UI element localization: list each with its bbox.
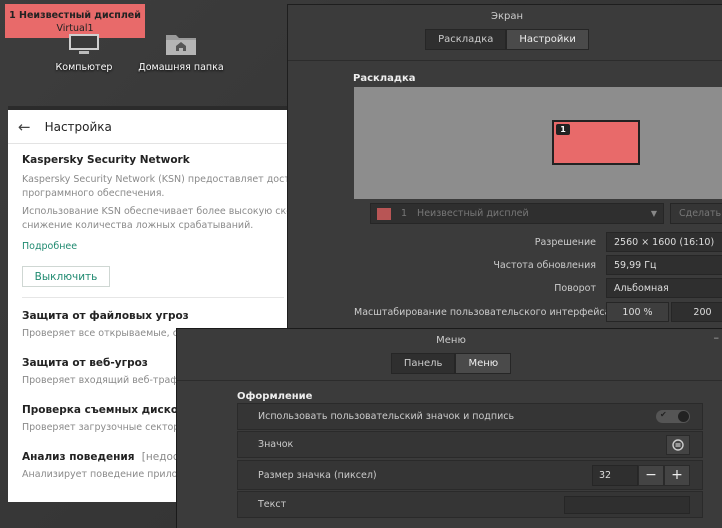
appearance-section-title: Оформление bbox=[237, 391, 313, 402]
make-primary-button[interactable]: Сделать з bbox=[670, 203, 722, 224]
ui-scale-100-button[interactable]: 100 % bbox=[606, 302, 669, 322]
ksn-desc1-line1: Kaspersky Security Network (KSN) предост… bbox=[22, 174, 298, 185]
screen-settings-window: Экран Раскладка Настройки Раскладка 1 1 … bbox=[287, 4, 722, 332]
ksn-disable-button[interactable]: Выключить bbox=[22, 266, 110, 287]
text-input[interactable] bbox=[564, 495, 690, 514]
monitor-1-tile[interactable]: 1 bbox=[552, 120, 640, 165]
ksn-desc1-line2: программного обеспечения. bbox=[22, 188, 165, 199]
tab-panel[interactable]: Панель bbox=[390, 353, 456, 374]
icon-row: Значок bbox=[237, 431, 703, 458]
display-select-name: Неизвестный дисплей bbox=[417, 208, 529, 219]
ksn-window-title: Настройка bbox=[44, 119, 112, 134]
menu-logo-icon bbox=[672, 438, 684, 451]
resolution-label: Разрешение bbox=[534, 236, 596, 248]
text-row: Текст bbox=[237, 491, 703, 518]
toggle-knob bbox=[678, 411, 689, 422]
ksn-desc2-line2: снижение количества ложных срабатываний. bbox=[22, 220, 254, 231]
home-folder-icon bbox=[165, 32, 197, 56]
monitor-number-badge: 1 bbox=[556, 124, 570, 135]
icon-size-row: Размер значка (пиксел) 32 − + bbox=[237, 460, 703, 490]
rotation-label: Поворот bbox=[554, 282, 596, 294]
monitor-layout-preview: 1 bbox=[354, 87, 722, 199]
display-identify-label: 1 Неизвестный дисплей Virtual1 bbox=[5, 4, 145, 38]
screen-window-title: Экран bbox=[490, 10, 524, 22]
resolution-row: Разрешение 2560 × 1600 (16:10) bbox=[354, 231, 722, 253]
tab-menu[interactable]: Меню bbox=[455, 353, 512, 374]
icon-size-input[interactable]: 32 bbox=[592, 464, 638, 486]
screen-tabs: Раскладка Настройки bbox=[288, 29, 722, 50]
menu-settings-window: Меню – Панель Меню Оформление Использова… bbox=[176, 328, 722, 528]
icon-chooser-button[interactable] bbox=[666, 434, 690, 455]
custom-icon-toggle[interactable]: ✔ bbox=[656, 410, 690, 423]
section-title: Защита от файловых угроз bbox=[22, 310, 189, 322]
ui-scale-row: Масштабирование пользовательского интерф… bbox=[354, 301, 722, 323]
tab-settings[interactable]: Настройки bbox=[506, 29, 589, 50]
resolution-select[interactable]: 2560 × 1600 (16:10) bbox=[606, 232, 722, 252]
tab-layout[interactable]: Раскладка bbox=[425, 29, 507, 50]
icon-size-stepper: 32 − + bbox=[592, 464, 690, 486]
computer-icon bbox=[67, 34, 101, 56]
display-label-name: 1 Неизвестный дисплей bbox=[9, 10, 141, 21]
check-icon: ✔ bbox=[660, 410, 667, 419]
back-arrow-icon[interactable]: ← bbox=[18, 118, 31, 136]
ui-scale-label: Масштабирование пользовательского интерф… bbox=[354, 306, 611, 318]
desktop-icon-computer-label: Компьютер bbox=[55, 62, 113, 73]
rotation-row: Поворот Альбомная bbox=[354, 277, 722, 299]
display-select-index: 1 bbox=[401, 208, 408, 219]
menu-window-titlebar: Меню – bbox=[177, 329, 722, 351]
rotation-select[interactable]: Альбомная bbox=[606, 278, 722, 298]
desktop-icon-home-label: Домашняя папка bbox=[138, 62, 224, 73]
text-label: Текст bbox=[258, 499, 287, 510]
separator bbox=[22, 297, 284, 298]
custom-icon-label: Использовать пользовательский значок и п… bbox=[258, 411, 515, 422]
desktop-icon-home-folder[interactable]: Домашняя папка bbox=[136, 32, 226, 73]
display-color-swatch bbox=[377, 207, 391, 220]
minus-button[interactable]: − bbox=[638, 464, 664, 486]
menu-tabs: Панель Меню bbox=[177, 353, 722, 374]
display-select-dropdown[interactable]: 1 Неизвестный дисплей ▼ bbox=[370, 203, 664, 224]
ksn-heading: Kaspersky Security Network bbox=[22, 154, 190, 166]
icon-label: Значок bbox=[258, 439, 294, 450]
section-title: Анализ поведения bbox=[22, 451, 135, 463]
refresh-rate-select[interactable]: 59,99 Гц bbox=[606, 255, 722, 275]
desktop-icon-computer[interactable]: Компьютер bbox=[52, 34, 116, 73]
refresh-rate-row: Частота обновления 59,99 Гц bbox=[354, 254, 722, 276]
menu-window-title: Меню bbox=[436, 334, 466, 346]
close-icon[interactable]: – bbox=[714, 331, 720, 344]
ksn-header: ← Настройка bbox=[8, 110, 298, 144]
ksn-more-link[interactable]: Подробнее bbox=[22, 241, 284, 252]
icon-size-label: Размер значка (пиксел) bbox=[258, 469, 377, 481]
layout-section-title: Раскладка bbox=[353, 73, 416, 84]
refresh-rate-label: Частота обновления bbox=[493, 259, 596, 271]
ksn-desc2-line1: Использование KSN обеспечивает более выс… bbox=[22, 206, 298, 217]
plus-button[interactable]: + bbox=[664, 464, 690, 486]
chevron-down-icon: ▼ bbox=[650, 209, 657, 218]
ui-scale-200-button[interactable]: 200 bbox=[671, 302, 722, 322]
custom-icon-row: Использовать пользовательский значок и п… bbox=[237, 403, 703, 430]
